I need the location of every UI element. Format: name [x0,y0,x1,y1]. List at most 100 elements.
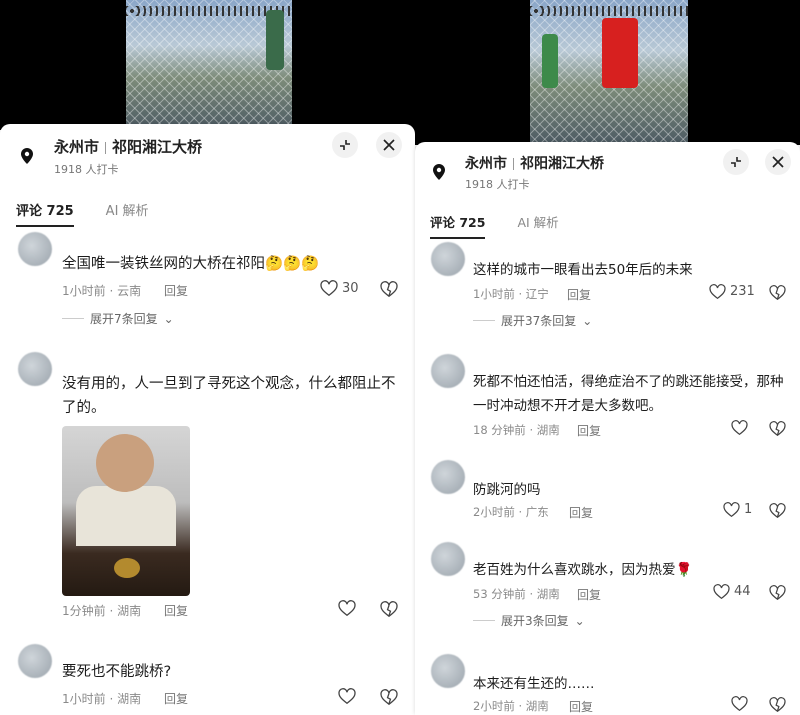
heart-icon [709,284,726,299]
heart-icon [713,584,730,599]
reply-button[interactable]: 回复 [569,698,593,715]
tab-ai-analysis[interactable]: AI 解析 [517,212,558,239]
close-icon [772,156,784,168]
reply-button[interactable]: 回复 [567,286,591,303]
worker-figure [542,34,558,88]
tab-comments[interactable]: 评论 725 [16,200,74,227]
reply-button[interactable]: 回复 [577,586,601,603]
like-button[interactable] [731,696,748,711]
city-name: 永州市 [54,138,100,156]
expand-replies[interactable]: 展开7条回复 ⌄ [62,310,174,327]
dislike-icon[interactable] [769,697,786,712]
location-title[interactable]: 永州市 祁阳湘江大桥 [54,136,202,157]
expand-replies[interactable]: 展开3条回复 ⌄ [473,612,585,629]
dislike-icon[interactable] [769,585,786,600]
reply-button[interactable]: 回复 [164,690,188,707]
comment-text: 要死也不能跳桥? [62,664,172,680]
comment-text: 本来还有生还的…… [473,676,595,692]
location-title[interactable]: 永州市 祁阳湘江大桥 [465,153,604,173]
like-count: 1 [744,502,753,517]
avatar[interactable] [431,460,465,494]
reply-button[interactable]: 回复 [164,602,188,619]
city-name: 永州市 [465,156,507,172]
comment-item: 死都不怕还怕活，得绝症治不了的跳还能接受，那种一时冲动想不开才是大多数吧。 18… [415,352,800,448]
comment-meta: 1小时前 · 辽宁 [473,287,549,301]
reply-button[interactable]: 回复 [164,282,188,299]
comment-meta: 1分钟前 · 湖南 [62,604,142,618]
comment-text: 死都不怕还怕活，得绝症治不了的跳还能接受，那种一时冲动想不开才是大多数吧。 [473,374,784,414]
like-button[interactable] [338,688,356,704]
comment-meta: 53 分钟前 · 湖南 [473,587,560,601]
avatar[interactable] [431,654,465,688]
right-comment-panel: 永州市 祁阳湘江大桥 1918 人打卡 评论 725 AI 解析 这样的城市一眼看… [415,142,800,715]
right-video-frame[interactable] [400,0,800,145]
avatar[interactable] [431,242,465,276]
like-button[interactable]: 44 [713,584,751,599]
collapse-button[interactable] [723,149,749,175]
dislike-icon[interactable] [769,285,786,300]
like-button[interactable] [338,600,356,616]
comment-meta: 1小时前 · 云南 [62,284,142,298]
reply-button[interactable]: 回复 [577,422,601,439]
close-button[interactable] [765,149,791,175]
like-button[interactable] [731,420,748,435]
left-video-frame[interactable] [0,0,400,130]
dislike-icon[interactable] [380,601,398,617]
like-button[interactable]: 1 [723,502,752,517]
heart-icon [338,688,356,704]
reply-button[interactable]: 回复 [569,504,593,521]
comment-text: 全国唯一装铁丝网的大桥在祁阳🤔🤔🤔 [62,256,320,272]
expand-replies[interactable]: 展开37条回复 ⌄ [473,312,592,329]
close-button[interactable] [376,132,402,158]
like-button[interactable]: 231 [709,284,755,299]
collapse-icon [340,140,350,150]
like-count: 30 [342,280,359,296]
avatar[interactable] [431,542,465,576]
chevron-down-icon: ⌄ [574,613,585,628]
heart-icon [731,420,748,435]
comment-item: 老百姓为什么喜欢跳水，因为热爱🌹 53 分钟前 · 湖南 回复 44 展开3条回… [415,540,800,634]
worker-figure [266,10,284,70]
expand-replies-label: 展开37条回复 [501,314,577,328]
comment-meta: 18 分钟前 · 湖南 [473,423,560,437]
tab-ai-analysis[interactable]: AI 解析 [106,200,149,227]
location-pin-icon [433,164,445,180]
worker-figure [602,18,638,88]
comment-text: 老百姓为什么喜欢跳水，因为热爱🌹 [473,562,693,578]
close-icon [383,139,395,151]
heart-icon [731,696,748,711]
comment-item: 全国唯一装铁丝网的大桥在祁阳🤔🤔🤔 1小时前 · 云南 回复 30 展开7条回复… [0,230,415,330]
expand-replies-label: 展开3条回复 [501,614,569,628]
comment-meta: 2小时前 · 湖南 [473,699,549,713]
checkin-count: 1918 人打卡 [54,163,119,176]
dislike-icon[interactable] [380,689,398,705]
place-name: 祁阳湘江大桥 [520,156,604,172]
dislike-icon[interactable] [380,281,398,297]
heart-icon [320,280,338,296]
tab-bar: 评论 725 AI 解析 [430,212,559,239]
comment-item: 这样的城市一眼看出去50年后的未来 1小时前 · 辽宁 回复 231 展开37条… [415,240,800,336]
chevron-down-icon: ⌄ [163,311,174,326]
collapse-button[interactable] [332,132,358,158]
avatar[interactable] [18,232,52,266]
dislike-icon[interactable] [769,503,786,518]
heart-icon [723,502,740,517]
dislike-icon[interactable] [769,421,786,436]
comment-meta: 2小时前 · 广东 [473,505,549,519]
avatar[interactable] [18,644,52,678]
like-count: 231 [730,284,755,299]
avatar[interactable] [18,352,52,386]
screenshot-collage: 永州市 祁阳湘江大桥 1918 人打卡 评论 725 AI 解析 全国唯一装铁丝网… [0,0,800,715]
expand-replies-label: 展开7条回复 [90,312,158,326]
left-comment-panel: 永州市 祁阳湘江大桥 1918 人打卡 评论 725 AI 解析 全国唯一装铁丝网… [0,124,415,715]
comment-meta: 1小时前 · 湖南 [62,692,142,706]
chevron-down-icon: ⌄ [582,313,593,328]
comment-image[interactable] [62,426,190,596]
place-name: 祁阳湘江大桥 [112,138,203,156]
avatar[interactable] [431,354,465,388]
comment-item: 没有用的，人一旦到了寻死这个观念，什么都阻止不了的。 1分钟前 · 湖南 回复 [0,350,415,620]
like-button[interactable]: 30 [320,280,359,296]
comment-text: 防跳河的吗 [473,482,541,498]
like-count: 44 [734,584,751,599]
tab-comments[interactable]: 评论 725 [430,212,486,239]
